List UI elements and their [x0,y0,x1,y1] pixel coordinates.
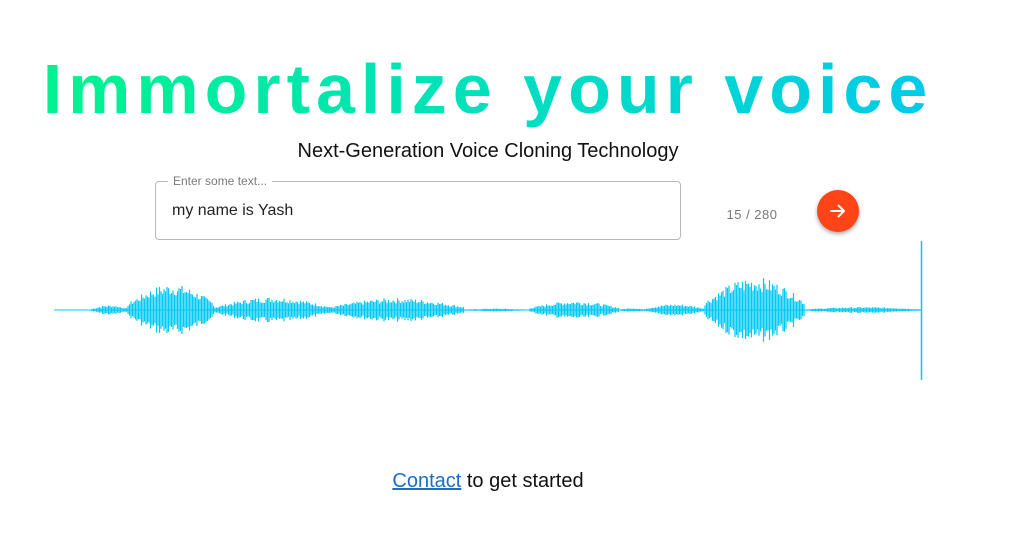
contact-link[interactable]: Contact [392,470,461,492]
contact-suffix: to get started [461,470,584,492]
page: Immortalize your voice Next-Generation V… [0,0,1024,537]
audio-waveform [54,241,923,380]
text-input-label: Enter some text... [168,173,273,189]
text-input-field[interactable]: Enter some text... [155,173,681,240]
arrow-right-icon [830,204,845,218]
text-input[interactable] [172,199,652,223]
submit-button[interactable] [817,190,859,232]
hero-subtitle: Next-Generation Voice Cloning Technology [297,140,679,162]
character-counter: 15 / 280 [726,207,778,222]
hero-title: Immortalize your voice [0,44,976,134]
contact-line: Contact to get started [0,468,976,494]
